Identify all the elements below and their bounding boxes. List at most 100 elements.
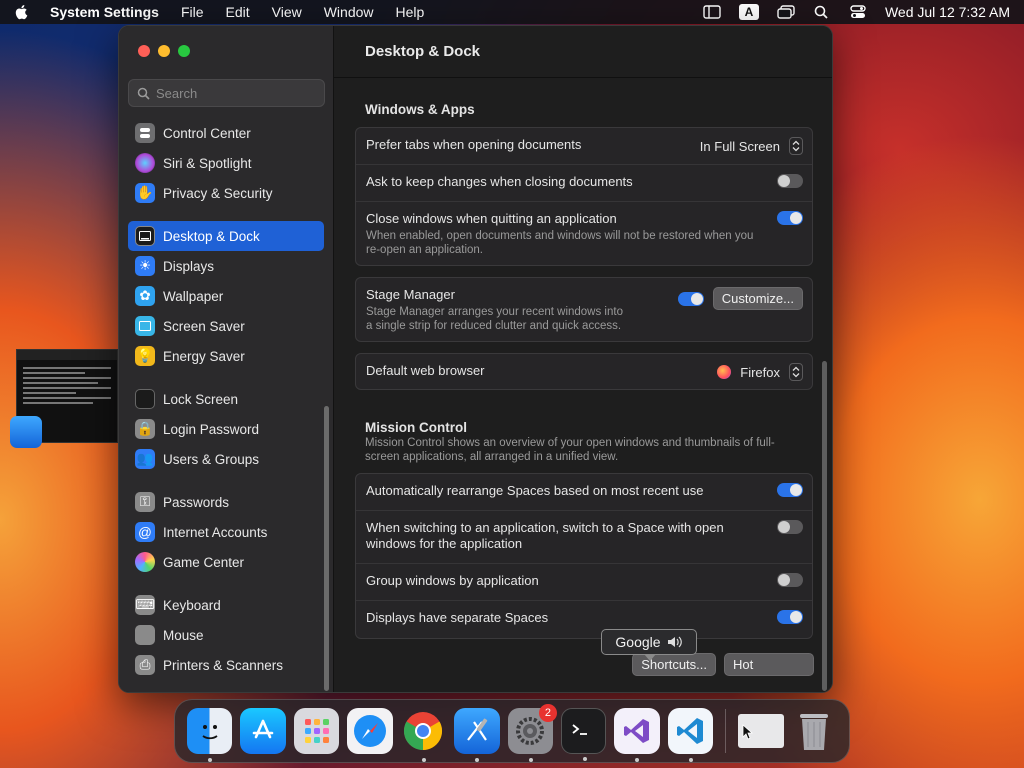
control-center-icon[interactable] bbox=[849, 5, 867, 19]
menubar-clock[interactable]: Wed Jul 12 7:32 AM bbox=[885, 4, 1010, 20]
terminal-icon bbox=[572, 724, 587, 735]
mouse-icon bbox=[135, 625, 155, 645]
sidebar-item-screen-saver[interactable]: Screen Saver bbox=[128, 311, 324, 341]
app-menu[interactable]: System Settings bbox=[50, 4, 159, 20]
sidebar-toggle-icon[interactable] bbox=[703, 5, 721, 19]
dock-vscode[interactable] bbox=[667, 708, 714, 762]
dock-terminal[interactable] bbox=[560, 708, 607, 761]
speaker-icon bbox=[667, 636, 682, 648]
apple-icon[interactable] bbox=[14, 4, 30, 20]
menu-edit[interactable]: Edit bbox=[226, 4, 250, 20]
dock-safari[interactable] bbox=[347, 708, 393, 754]
sidebar-item-siri[interactable]: Siri & Spotlight bbox=[128, 148, 324, 178]
sidebar-item-internet-accounts[interactable]: @ Internet Accounts bbox=[128, 517, 324, 547]
dock-minimized-window[interactable] bbox=[738, 714, 784, 748]
dock-launchpad[interactable] bbox=[293, 708, 340, 754]
dock-finder[interactable] bbox=[187, 708, 233, 762]
browser-group: Default web browser Firefox bbox=[355, 353, 813, 390]
zoom-button[interactable] bbox=[178, 45, 190, 57]
sidebar-item-label: Game Center bbox=[163, 554, 245, 570]
sidebar-item-label: Lock Screen bbox=[163, 391, 239, 407]
dock-app-store[interactable] bbox=[240, 708, 286, 754]
stage-manager-row: Stage Manager Stage Manager arranges you… bbox=[356, 278, 812, 341]
sidebar-item-label: Users & Groups bbox=[163, 451, 260, 467]
tooltip-text: Google bbox=[615, 634, 661, 650]
windows-icon[interactable] bbox=[777, 5, 795, 19]
dock: 2 bbox=[174, 699, 850, 763]
browser-row: Default web browser Firefox bbox=[356, 354, 812, 389]
sidebar-item-desktop-dock[interactable]: Desktop & Dock bbox=[128, 221, 324, 251]
sidebar-scrollbar[interactable] bbox=[324, 406, 329, 691]
launchpad-icon bbox=[304, 719, 329, 743]
prefer-tabs-value: In Full Screen bbox=[699, 138, 780, 154]
hot-corners-button[interactable]: Hot bbox=[724, 653, 814, 676]
menu-file[interactable]: File bbox=[181, 4, 204, 20]
sidebar-item-mouse[interactable]: Mouse bbox=[128, 620, 324, 650]
switch-space-toggle[interactable] bbox=[777, 520, 803, 534]
browser-value: Firefox bbox=[740, 364, 780, 380]
sidebar-item-login-password[interactable]: 🔒 Login Password bbox=[128, 414, 324, 444]
menu-help[interactable]: Help bbox=[396, 4, 425, 20]
input-source-icon[interactable]: A bbox=[738, 4, 759, 20]
sidebar: Search Control Center Siri & Spotlight ✋… bbox=[119, 26, 334, 692]
sidebar-item-label: Privacy & Security bbox=[163, 185, 273, 201]
minimize-button[interactable] bbox=[158, 45, 170, 57]
sidebar-item-keyboard[interactable]: ⌨ Keyboard bbox=[128, 590, 324, 620]
search-field[interactable]: Search bbox=[128, 79, 325, 107]
sidebar-item-label: Login Password bbox=[163, 421, 260, 437]
sidebar-list: Control Center Siri & Spotlight ✋ Privacy… bbox=[128, 118, 324, 680]
separate-spaces-toggle[interactable] bbox=[777, 610, 803, 624]
close-button[interactable] bbox=[138, 45, 150, 57]
prefer-tabs-popup[interactable]: In Full Screen bbox=[700, 137, 803, 155]
sidebar-item-printers[interactable]: ⎙ Printers & Scanners bbox=[128, 650, 324, 680]
chrome-icon bbox=[404, 712, 443, 751]
menu-window[interactable]: Window bbox=[324, 4, 374, 20]
dock-xcode[interactable] bbox=[454, 708, 500, 762]
main-scrollbar[interactable] bbox=[822, 361, 827, 691]
dock-trash[interactable] bbox=[792, 708, 837, 754]
dock-visual-studio[interactable] bbox=[614, 708, 660, 762]
dock-chrome[interactable] bbox=[401, 708, 446, 762]
sidebar-item-label: Energy Saver bbox=[163, 348, 245, 364]
group-windows-label: Group windows by application bbox=[366, 573, 539, 588]
system-settings-window: Search Control Center Siri & Spotlight ✋… bbox=[118, 25, 833, 693]
spotlight-icon[interactable] bbox=[813, 5, 831, 19]
sidebar-item-wallpaper[interactable]: ✿ Wallpaper bbox=[128, 281, 324, 311]
stage-manager-toggle[interactable] bbox=[677, 291, 704, 306]
xcode-app-icon[interactable] bbox=[10, 416, 42, 448]
app-store-icon bbox=[252, 719, 274, 739]
search-icon bbox=[137, 87, 150, 100]
sidebar-item-energy-saver[interactable]: 💡 Energy Saver bbox=[128, 341, 324, 371]
sidebar-item-game-center[interactable]: Game Center bbox=[128, 547, 324, 577]
sidebar-item-privacy[interactable]: ✋ Privacy & Security bbox=[128, 178, 324, 208]
group-windows-toggle[interactable] bbox=[777, 573, 803, 587]
sidebar-item-label: Desktop & Dock bbox=[163, 228, 260, 244]
customize-button[interactable]: Customize... bbox=[712, 287, 803, 310]
ask-keep-toggle[interactable] bbox=[777, 174, 803, 188]
trash-icon bbox=[800, 714, 829, 750]
chevron-updown-icon bbox=[789, 137, 803, 155]
battery-icon: 💡 bbox=[135, 346, 155, 366]
users-icon: 👥 bbox=[135, 449, 155, 469]
dock-system-settings[interactable]: 2 bbox=[507, 704, 557, 762]
auto-rearrange-toggle[interactable] bbox=[777, 483, 803, 497]
sidebar-item-label: Internet Accounts bbox=[163, 524, 268, 540]
mission-control-desc: Mission Control shows an overview of you… bbox=[365, 437, 775, 463]
sidebar-item-lock-screen[interactable]: Lock Screen bbox=[128, 384, 324, 414]
chevron-updown-icon bbox=[789, 363, 803, 381]
sidebar-item-label: Mouse bbox=[163, 627, 204, 643]
browser-popup[interactable]: Firefox bbox=[717, 363, 803, 381]
close-windows-toggle[interactable] bbox=[777, 211, 803, 225]
sidebar-item-users-groups[interactable]: 👥 Users & Groups bbox=[128, 444, 324, 474]
key-icon: ⚿ bbox=[135, 492, 155, 512]
stage-manager-group: Stage Manager Stage Manager arranges you… bbox=[355, 277, 813, 342]
sidebar-item-label: Screen Saver bbox=[163, 318, 245, 334]
close-windows-row: Close windows when quitting an applicati… bbox=[356, 202, 812, 265]
switch-space-row: When switching to an application, switch… bbox=[356, 511, 812, 564]
window-controls bbox=[138, 45, 190, 57]
menu-view[interactable]: View bbox=[272, 4, 302, 20]
sidebar-item-passwords[interactable]: ⚿ Passwords bbox=[128, 487, 324, 517]
auto-rearrange-label: Automatically rearrange Spaces based on … bbox=[366, 483, 704, 498]
sidebar-item-control-center[interactable]: Control Center bbox=[128, 118, 324, 148]
sidebar-item-displays[interactable]: ☀ Displays bbox=[128, 251, 324, 281]
